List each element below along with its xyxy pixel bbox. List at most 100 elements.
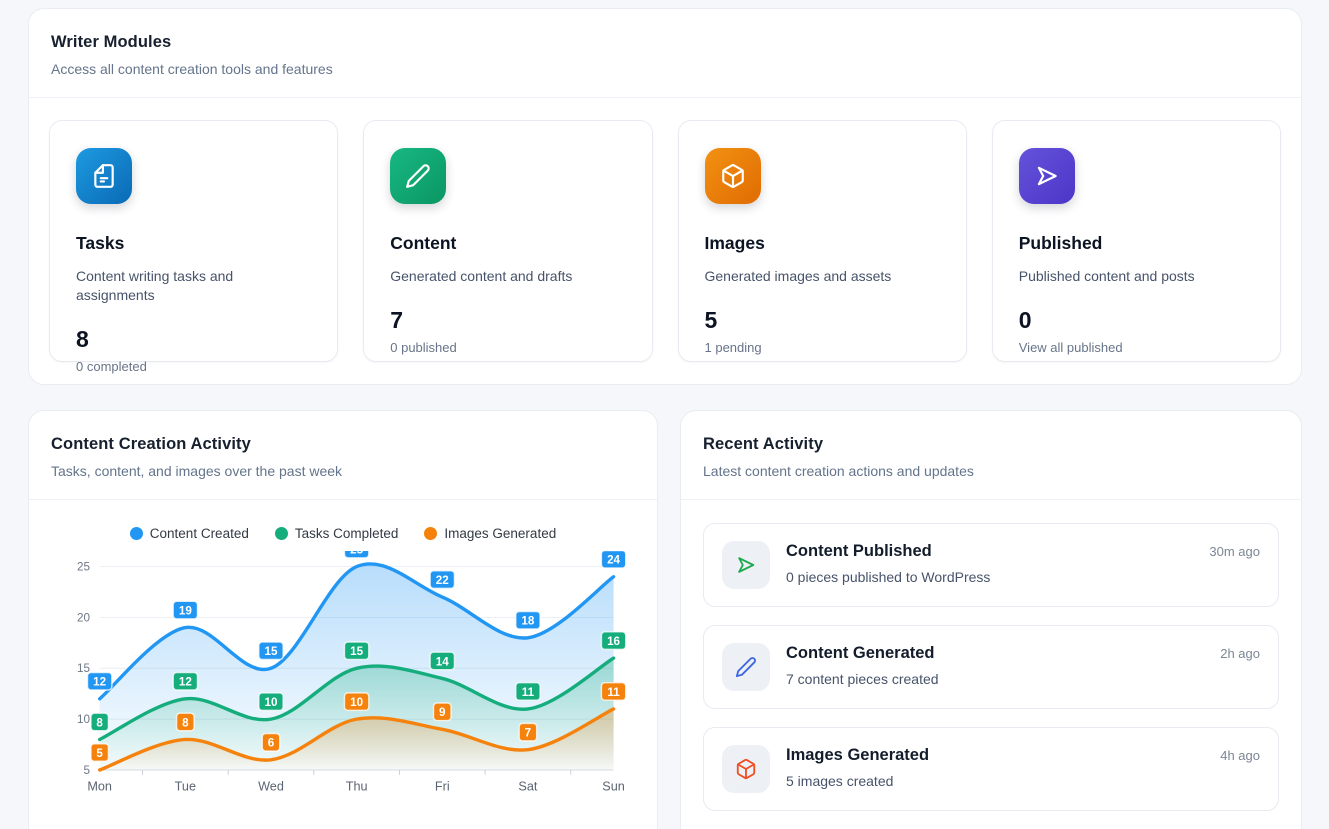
- svg-text:8: 8: [96, 716, 103, 729]
- svg-text:10: 10: [264, 696, 277, 709]
- svg-text:10: 10: [77, 713, 90, 726]
- svg-text:11: 11: [522, 686, 535, 699]
- chart-legend: Content Created Tasks Completed Images Gen…: [51, 526, 635, 541]
- svg-text:6: 6: [268, 737, 275, 750]
- module-sublabel: 1 pending: [705, 340, 940, 355]
- svg-text:19: 19: [179, 604, 192, 617]
- module-description: Generated content and drafts: [390, 267, 625, 286]
- pencil-icon: [722, 643, 770, 691]
- legend-dot-icon: [275, 527, 288, 540]
- svg-text:Wed: Wed: [258, 779, 284, 793]
- legend-dot-icon: [424, 527, 437, 540]
- activity-item-title: Images Generated: [786, 746, 1204, 765]
- module-count: 5: [705, 307, 940, 334]
- svg-text:7: 7: [525, 727, 531, 740]
- legend-dot-icon: [130, 527, 143, 540]
- activity-item-main: Content Generated 7 content pieces creat…: [786, 643, 1204, 687]
- module-description: Generated images and assets: [705, 267, 940, 286]
- svg-text:Sun: Sun: [602, 779, 625, 793]
- svg-text:24: 24: [607, 554, 620, 567]
- module-card-images[interactable]: Images Generated images and assets 5 1 p…: [678, 120, 967, 362]
- send-icon: [1019, 148, 1075, 204]
- activity-item-title: Content Generated: [786, 644, 1204, 663]
- recent-activity-title: Recent Activity: [703, 435, 1279, 454]
- module-sublabel: 0 published: [390, 340, 625, 355]
- svg-text:Fri: Fri: [435, 779, 450, 793]
- cube-icon: [705, 148, 761, 204]
- activity-item-timestamp: 4h ago: [1220, 745, 1260, 763]
- page-subtitle: Access all content creation tools and fe…: [51, 61, 1279, 77]
- module-title: Content: [390, 233, 625, 254]
- svg-text:16: 16: [607, 635, 620, 648]
- module-sublabel: 0 completed: [76, 359, 311, 374]
- svg-text:14: 14: [436, 655, 449, 668]
- svg-text:11: 11: [607, 686, 620, 699]
- writer-modules-panel: Writer Modules Access all content creati…: [28, 8, 1302, 385]
- svg-text:Tue: Tue: [175, 779, 196, 793]
- module-card-tasks[interactable]: Tasks Content writing tasks and assignme…: [49, 120, 338, 362]
- send-icon: [722, 541, 770, 589]
- activity-item-timestamp: 30m ago: [1209, 541, 1260, 559]
- svg-text:Thu: Thu: [346, 779, 368, 793]
- module-count: 8: [76, 326, 311, 353]
- activity-list: Content Published 0 pieces published to …: [681, 500, 1301, 829]
- activity-item-title: Content Published: [786, 542, 1193, 561]
- legend-label: Content Created: [150, 526, 249, 541]
- svg-text:25: 25: [77, 560, 90, 573]
- recent-activity-panel: Recent Activity Latest content creation …: [680, 410, 1302, 829]
- svg-text:5: 5: [83, 764, 89, 777]
- recent-activity-header: Recent Activity Latest content creation …: [681, 411, 1301, 500]
- content-creation-activity-panel: Content Creation Activity Tasks, content…: [28, 410, 658, 829]
- svg-text:18: 18: [521, 615, 534, 628]
- activity-item-content-published[interactable]: Content Published 0 pieces published to …: [703, 523, 1279, 607]
- cube-icon: [722, 745, 770, 793]
- modules-grid: Tasks Content writing tasks and assignme…: [29, 98, 1301, 384]
- activity-line-chart[interactable]: 5 10 15 20 25 Mon Tue Wed Thu Fri Sat Sun 12 19 15 25 22…: [51, 551, 635, 806]
- module-card-published[interactable]: Published Published content and posts 0 …: [992, 120, 1281, 362]
- activity-item-content-generated[interactable]: Content Generated 7 content pieces creat…: [703, 625, 1279, 709]
- svg-text:15: 15: [350, 645, 363, 658]
- svg-text:22: 22: [436, 574, 449, 587]
- pencil-icon: [390, 148, 446, 204]
- module-count: 7: [390, 307, 625, 334]
- module-title: Images: [705, 233, 940, 254]
- chart-panel-header: Content Creation Activity Tasks, content…: [29, 411, 657, 500]
- module-description: Content writing tasks and assignments: [76, 267, 311, 305]
- file-icon: [76, 148, 132, 204]
- chart-subtitle: Tasks, content, and images over the past…: [51, 463, 635, 479]
- chart-body: Content Created Tasks Completed Images Gen…: [29, 500, 657, 806]
- svg-text:25: 25: [350, 551, 363, 556]
- module-sublabel: View all published: [1019, 340, 1254, 355]
- activity-item-timestamp: 2h ago: [1220, 643, 1260, 661]
- module-title: Published: [1019, 233, 1254, 254]
- activity-item-description: 0 pieces published to WordPress: [786, 569, 1193, 585]
- module-count: 0: [1019, 307, 1254, 334]
- activity-item-description: 5 images created: [786, 773, 1204, 789]
- legend-item[interactable]: Images Generated: [424, 526, 556, 541]
- module-description: Published content and posts: [1019, 267, 1254, 286]
- chart-title: Content Creation Activity: [51, 435, 635, 454]
- svg-text:15: 15: [264, 645, 277, 658]
- module-title: Tasks: [76, 233, 311, 254]
- legend-label: Images Generated: [444, 526, 556, 541]
- activity-item-description: 7 content pieces created: [786, 671, 1204, 687]
- activity-item-main: Content Published 0 pieces published to …: [786, 541, 1193, 585]
- page-title: Writer Modules: [51, 33, 1279, 52]
- svg-text:9: 9: [439, 706, 446, 719]
- svg-text:20: 20: [77, 611, 90, 624]
- svg-text:12: 12: [93, 676, 106, 689]
- svg-text:12: 12: [179, 676, 192, 689]
- activity-item-main: Images Generated 5 images created: [786, 745, 1204, 789]
- writer-modules-header: Writer Modules Access all content creati…: [29, 9, 1301, 98]
- recent-activity-subtitle: Latest content creation actions and upda…: [703, 463, 1279, 479]
- activity-item-images-generated[interactable]: Images Generated 5 images created 4h ago: [703, 727, 1279, 811]
- legend-label: Tasks Completed: [295, 526, 399, 541]
- legend-item[interactable]: Content Created: [130, 526, 249, 541]
- svg-text:Mon: Mon: [87, 779, 112, 793]
- svg-text:Sat: Sat: [518, 779, 537, 793]
- svg-text:10: 10: [350, 696, 363, 709]
- legend-item[interactable]: Tasks Completed: [275, 526, 399, 541]
- svg-text:8: 8: [182, 716, 189, 729]
- svg-text:5: 5: [96, 747, 103, 760]
- module-card-content[interactable]: Content Generated content and drafts 7 0…: [363, 120, 652, 362]
